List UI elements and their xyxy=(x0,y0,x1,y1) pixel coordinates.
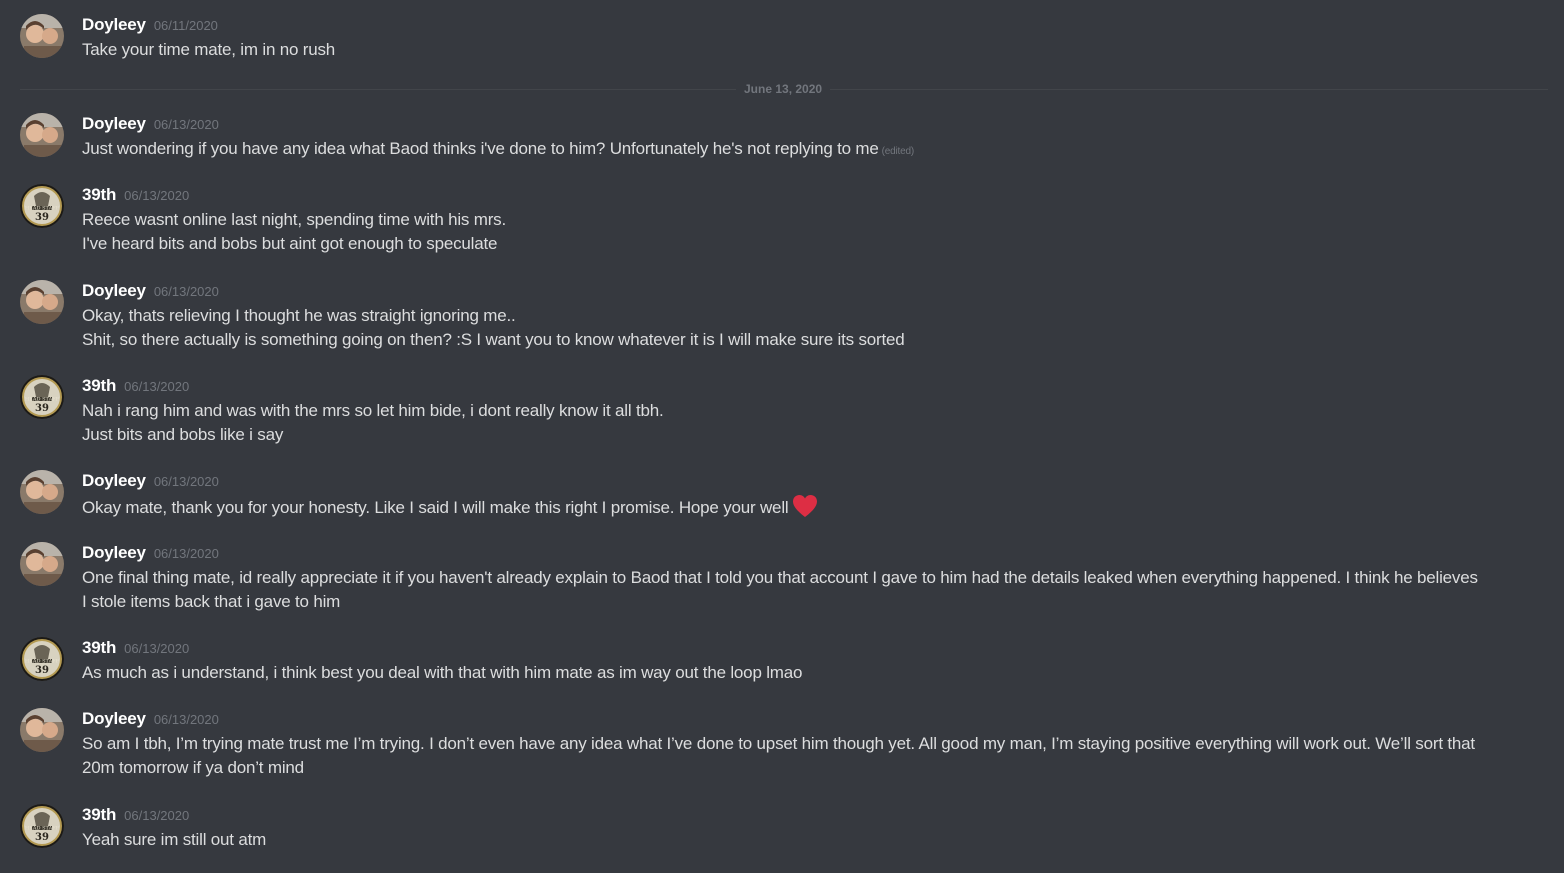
message-content: As much as i understand, i think best yo… xyxy=(82,661,1482,685)
username[interactable]: Doyleey xyxy=(82,471,146,490)
avatar[interactable] xyxy=(20,14,64,58)
badge-number: 39 xyxy=(35,832,49,843)
username[interactable]: Doyleey xyxy=(82,281,146,300)
head-staff-badge-icon: HEAD STAFF 39 xyxy=(20,375,64,419)
timestamp: 06/13/2020 xyxy=(153,284,219,299)
timestamp: 06/13/2020 xyxy=(124,641,190,656)
badge-number: 39 xyxy=(35,403,49,414)
avatar-photo-icon xyxy=(20,14,64,58)
username[interactable]: Doyleey xyxy=(82,543,146,562)
message-header: Doyleey 06/13/2020 xyxy=(82,542,219,564)
message-line: Okay mate, thank you for your honesty. L… xyxy=(82,494,1482,525)
badge-text: HEAD STAFF xyxy=(25,826,60,832)
username[interactable]: 39th xyxy=(82,376,116,395)
message-header: Doyleey 06/13/2020 xyxy=(82,280,219,302)
head-staff-badge-icon: HEAD STAFF 39 xyxy=(20,804,64,848)
avatar[interactable]: HEAD STAFF 39 xyxy=(20,637,64,681)
edited-label: (edited) xyxy=(881,146,915,157)
timestamp: 06/11/2020 xyxy=(153,18,218,33)
message-content: One final thing mate, id really apprecia… xyxy=(82,566,1482,614)
avatar[interactable] xyxy=(20,708,64,752)
username[interactable]: 39th xyxy=(82,185,116,204)
message-line: Just wondering if you have any idea what… xyxy=(82,137,1482,164)
badge-number: 39 xyxy=(35,665,49,676)
head-staff-badge-icon: HEAD STAFF 39 xyxy=(20,184,64,228)
message-line: Shit, so there actually is something goi… xyxy=(82,330,905,349)
message-content: Reece wasnt online last night, spending … xyxy=(82,208,1482,256)
message-line: Okay, thats relieving I thought he was s… xyxy=(82,306,516,325)
timestamp: 06/13/2020 xyxy=(153,546,219,561)
avatar[interactable] xyxy=(20,113,64,157)
message-line: As much as i understand, i think best yo… xyxy=(82,663,803,682)
avatar[interactable] xyxy=(20,542,64,586)
message-line: Take your time mate, im in no rush xyxy=(82,40,336,59)
username[interactable]: 39th xyxy=(82,638,116,657)
avatar-photo-icon xyxy=(20,113,64,157)
message-header: 39th 06/13/2020 xyxy=(82,804,189,826)
avatar-photo-icon xyxy=(20,280,64,324)
avatar[interactable] xyxy=(20,280,64,324)
message-header: Doyleey 06/11/2020 xyxy=(82,14,218,36)
message-text: Just wondering if you have any idea what… xyxy=(82,139,879,158)
username[interactable]: Doyleey xyxy=(82,709,146,728)
avatar[interactable]: HEAD STAFF 39 xyxy=(20,804,64,848)
badge-text: HEAD STAFF xyxy=(25,206,60,212)
message-header: Doyleey 06/13/2020 xyxy=(82,113,219,135)
chat-message-list: Doyleey 06/11/2020 Take your time mate, i… xyxy=(0,0,1564,873)
avatar[interactable] xyxy=(20,470,64,514)
message-content: Nah i rang him and was with the mrs so l… xyxy=(82,399,1482,447)
avatar-photo-icon xyxy=(20,708,64,752)
timestamp: 06/13/2020 xyxy=(153,712,219,727)
message-text: Okay mate, thank you for your honesty. L… xyxy=(82,498,789,517)
badge-number: 39 xyxy=(35,212,49,223)
message-header: 39th 06/13/2020 xyxy=(82,637,189,659)
badge-text: HEAD STAFF xyxy=(25,659,60,665)
message-content: Okay mate, thank you for your honesty. L… xyxy=(82,494,1482,525)
message-content: Yeah sure im still out atm xyxy=(82,828,1482,852)
username[interactable]: Doyleey xyxy=(82,114,146,133)
message-line: I've heard bits and bobs but aint got en… xyxy=(82,234,498,253)
username[interactable]: Doyleey xyxy=(82,15,146,34)
avatar[interactable]: HEAD STAFF 39 xyxy=(20,184,64,228)
avatar-photo-icon xyxy=(20,470,64,514)
message-header: Doyleey 06/13/2020 xyxy=(82,470,219,492)
message-content: Just wondering if you have any idea what… xyxy=(82,137,1482,164)
timestamp: 06/13/2020 xyxy=(153,117,219,132)
badge-text: HEAD STAFF xyxy=(25,397,60,403)
message-content: Take your time mate, im in no rush xyxy=(82,38,1482,62)
timestamp: 06/13/2020 xyxy=(153,474,219,489)
timestamp: 06/13/2020 xyxy=(124,379,190,394)
timestamp: 06/13/2020 xyxy=(124,808,190,823)
message-line: So am I tbh, I’m trying mate trust me I’… xyxy=(82,734,1475,777)
message-content: So am I tbh, I’m trying mate trust me I’… xyxy=(82,732,1482,780)
timestamp: 06/13/2020 xyxy=(124,188,190,203)
date-divider-label: June 13, 2020 xyxy=(736,81,831,97)
message-header: 39th 06/13/2020 xyxy=(82,375,189,397)
message-line: Just bits and bobs like i say xyxy=(82,425,284,444)
avatar[interactable]: HEAD STAFF 39 xyxy=(20,375,64,419)
message-header: Doyleey 06/13/2020 xyxy=(82,708,219,730)
message-line: Reece wasnt online last night, spending … xyxy=(82,210,507,229)
head-staff-badge-icon: HEAD STAFF 39 xyxy=(20,637,64,681)
heart-emoji-icon[interactable] xyxy=(792,494,818,525)
avatar-photo-icon xyxy=(20,542,64,586)
message-line: Yeah sure im still out atm xyxy=(82,830,267,849)
username[interactable]: 39th xyxy=(82,805,116,824)
message-header: 39th 06/13/2020 xyxy=(82,184,189,206)
message-line: Nah i rang him and was with the mrs so l… xyxy=(82,401,664,420)
message-line: One final thing mate, id really apprecia… xyxy=(82,568,1478,611)
message-content: Okay, thats relieving I thought he was s… xyxy=(82,304,1482,352)
